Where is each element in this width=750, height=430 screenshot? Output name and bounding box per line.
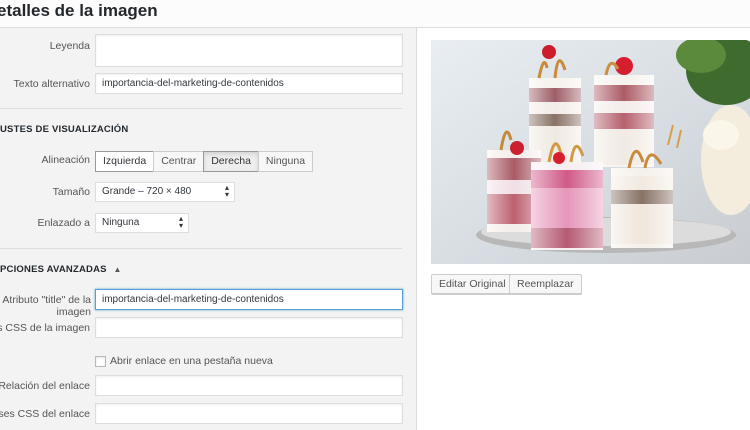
section-divider (0, 248, 402, 249)
link-rel-input[interactable] (95, 375, 403, 396)
title-attr-label: Atributo "title" de la imagen (2, 294, 91, 318)
alt-text-input[interactable]: importancia-del-marketing-de-contenidos (95, 73, 403, 94)
title-attr-input[interactable]: importancia-del-marketing-de-contenidos (95, 289, 403, 310)
title-attr-label-line1: Atributo "title" de la (2, 294, 91, 306)
link-css-label: Clases CSS del enlace (0, 408, 90, 420)
display-settings-heading: USTES DE VISUALIZACIÓN (0, 124, 129, 135)
link-rel-label: Relación del enlace (0, 380, 90, 392)
image-css-label: ses CSS de la imagen (0, 322, 90, 334)
advanced-options-toggle[interactable]: PCIONES AVANZADAS ▲ (0, 264, 122, 275)
link-to-select-value: Ninguna (102, 217, 140, 228)
alignment-label: Alineación (41, 154, 90, 166)
new-tab-checkbox[interactable] (95, 356, 106, 367)
caption-textarea[interactable] (95, 34, 403, 67)
modal-header: etalles de la imagen (0, 0, 750, 28)
link-to-select[interactable]: Ninguna ▴ ▾ (95, 213, 189, 233)
image-css-input[interactable] (95, 317, 403, 338)
alt-text-label: Texto alternativo (13, 78, 90, 90)
caption-label: Leyenda (49, 40, 90, 52)
edit-original-button[interactable]: Editar Original (431, 274, 514, 294)
link-css-input[interactable] (95, 403, 403, 424)
size-select[interactable]: Grande – 720 × 480 ▴ ▾ (95, 182, 235, 202)
advanced-options-heading: PCIONES AVANZADAS (0, 264, 107, 275)
alignment-button-group: Izquierda Centrar Derecha Ninguna (95, 151, 314, 172)
align-left-button[interactable]: Izquierda (95, 151, 155, 172)
image-preview (431, 40, 750, 264)
page-title: etalles de la imagen (0, 1, 158, 20)
replace-button[interactable]: Reemplazar (509, 274, 582, 294)
size-label: Tamaño (52, 186, 90, 198)
dessert-photo (431, 40, 750, 264)
select-arrows-icon: ▴ ▾ (224, 183, 229, 199)
title-attr-label-line2: imagen (56, 306, 91, 318)
caret-up-icon: ▲ (113, 265, 122, 274)
section-divider (0, 108, 402, 109)
new-tab-label: Abrir enlace en una pestaña nueva (110, 355, 273, 367)
align-center-button[interactable]: Centrar (153, 151, 205, 172)
align-none-button[interactable]: Ninguna (257, 151, 314, 172)
select-arrows-icon: ▴ ▾ (178, 214, 183, 230)
align-right-button[interactable]: Derecha (203, 151, 259, 172)
link-to-label: Enlazado a (37, 217, 90, 229)
size-select-value: Grande – 720 × 480 (102, 186, 192, 197)
